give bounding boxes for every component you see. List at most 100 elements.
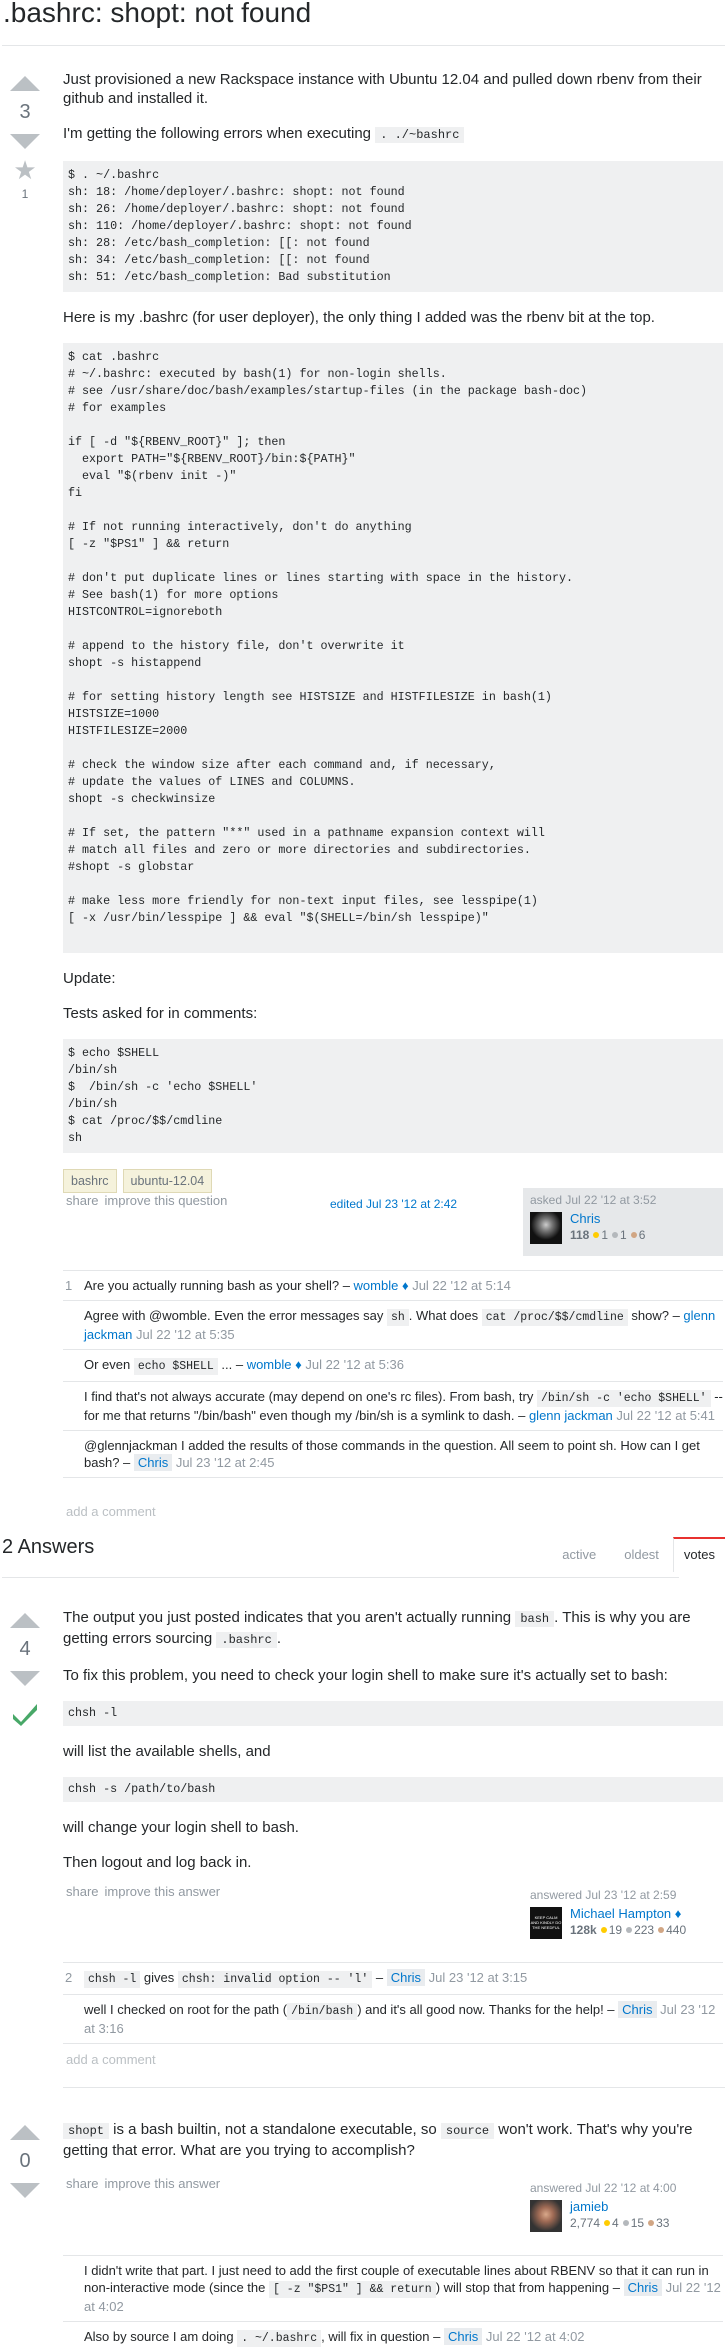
paragraph: To fix this problem, you need to check y… (63, 1667, 668, 1684)
answer-comments: 2 chsh -l gives chsh: invalid option -- '… (63, 1962, 723, 2044)
comment-op-user-link[interactable]: Chris (623, 2279, 662, 2296)
downvote-arrow-icon[interactable] (10, 134, 40, 149)
comment-date[interactable]: Jul 23 '12 at 3:15 (425, 1970, 528, 1985)
improve-link[interactable]: improve this question (105, 1193, 228, 1208)
comment-text: Are you actually running bash as your sh… (84, 1278, 354, 1293)
asked-date: asked Jul 22 '12 at 3:52 (530, 1193, 657, 1207)
comment-score: 2 (65, 1970, 73, 1985)
share-link[interactable]: share (66, 1193, 99, 1208)
comment-date[interactable]: Jul 23 '12 at 2:45 (172, 1455, 275, 1470)
inline-code: . ./~bashrc (375, 127, 465, 143)
comment-date[interactable]: Jul 22 '12 at 4:02 (482, 2329, 585, 2344)
user-reputation: 128k 19 223 440 (570, 1923, 687, 1937)
answer-comments: I didn't write that part. I just need to… (63, 2255, 723, 2352)
comment-op-user-link[interactable]: Chris (133, 1454, 173, 1471)
comment-user-link[interactable]: glenn jackman (529, 1408, 613, 1423)
comment-text: ) and it's all good now. Thanks for the … (357, 2002, 619, 2017)
vote-count: 0 (19, 2150, 31, 2172)
inline-code: /bin/bash (287, 2003, 358, 2020)
comment-user-link[interactable]: womble ♦ (354, 1278, 409, 1293)
answer-body: The output you just posted indicates tha… (63, 1608, 723, 1888)
tab-oldest[interactable]: oldest (610, 1537, 673, 1572)
tag-bashrc[interactable]: bashrc (63, 1169, 117, 1193)
answers-count: 2 Answers (2, 1536, 95, 1558)
upvote-arrow-icon[interactable] (10, 1613, 40, 1628)
text: I'm getting the following errors when ex… (63, 125, 372, 142)
comment-text: , will fix in question – (321, 2329, 444, 2344)
improve-link[interactable]: improve this answer (105, 1884, 221, 1899)
avatar[interactable] (530, 1212, 562, 1244)
user-name-link[interactable]: Michael Hampton ♦ (570, 1906, 681, 1921)
tag-ubuntu[interactable]: ubuntu-12.04 (122, 1169, 213, 1193)
answered-date: answered Jul 23 '12 at 2:59 (530, 1888, 677, 1902)
paragraph: Update: (63, 970, 116, 987)
inline-code: cat /proc/$$/cmdline (481, 1309, 628, 1326)
tab-votes[interactable]: votes (672, 1537, 725, 1572)
comment-text: well I checked on root for the path ( (84, 2002, 288, 2017)
comment: Agree with @womble. Even the error messa… (63, 1301, 723, 1350)
comment-text: ) will stop that from happening – (435, 2280, 624, 2295)
user-reputation: 2,774 4 15 33 (570, 2216, 670, 2230)
edited-link[interactable]: edited Jul 23 '12 at 2:42 (330, 1197, 457, 1211)
paragraph: Then logout and log back in. (63, 1854, 252, 1871)
inline-code: [ -z "$PS1" ] && return (268, 2281, 436, 2298)
comment-date[interactable]: Jul 22 '12 at 5:36 (302, 1357, 404, 1372)
comment-user-link[interactable]: womble ♦ (247, 1357, 302, 1372)
inline-code: echo $SHELL (133, 1358, 218, 1375)
inline-code: /bin/sh -c 'echo $SHELL' (536, 1390, 711, 1407)
avatar[interactable]: KEEP CALM AND KINDLY DO THE NEEDFUL (530, 1907, 562, 1939)
inline-code: shopt (63, 2123, 110, 2139)
comment-text: Also by source I am doing (84, 2329, 238, 2344)
page-title: .bashrc: shopt: not found (3, 0, 312, 28)
comment-op-user-link[interactable]: Chris (618, 2001, 657, 2018)
comment: I find that's not always accurate (may d… (63, 1382, 723, 1431)
avatar[interactable] (530, 2200, 562, 2232)
paragraph: I'm getting the following errors when ex… (63, 124, 723, 145)
inline-code: . ~/.bashrc (237, 2330, 322, 2347)
paragraph: Just provisioned a new Rackspace instanc… (63, 71, 702, 107)
paragraph: shopt is a bash builtin, not a standalon… (63, 2121, 693, 2159)
add-comment-link[interactable]: add a comment (66, 1504, 156, 1519)
add-comment-link[interactable]: add a comment (66, 2052, 156, 2067)
tab-active[interactable]: active (548, 1537, 610, 1572)
comment-op-user-link[interactable]: Chris (386, 1969, 426, 1986)
upvote-arrow-icon[interactable] (10, 76, 40, 91)
accepted-check-icon (13, 1704, 37, 1726)
comment-date[interactable]: Jul 22 '12 at 5:41 (613, 1408, 715, 1423)
downvote-arrow-icon[interactable] (10, 2183, 40, 2198)
comment-text: gives (140, 1970, 178, 1985)
divider (63, 2087, 725, 2088)
share-link[interactable]: share (66, 1884, 99, 1899)
downvote-arrow-icon[interactable] (10, 1671, 40, 1686)
divider (2, 1577, 679, 1578)
upvote-arrow-icon[interactable] (10, 2125, 40, 2140)
paragraph: Here is my .bashrc (for user deployer), … (63, 309, 655, 326)
user-name-link[interactable]: jamieb (570, 2199, 608, 2214)
vote-count: 3 (19, 101, 31, 123)
user-name-link[interactable]: Chris (570, 1211, 600, 1226)
favorite-count: 1 (21, 187, 29, 201)
answer-body: shopt is a bash builtin, not a standalon… (63, 2120, 723, 2176)
comment-text: Or even (84, 1357, 134, 1372)
comment-op-user-link[interactable]: Chris (443, 2328, 483, 2345)
inline-code: source (440, 2123, 495, 2139)
inline-code: .bashrc (216, 1632, 277, 1648)
comment-date[interactable]: Jul 22 '12 at 5:14 (409, 1278, 511, 1293)
inline-code: chsh: invalid option -- 'l' (177, 1971, 373, 1988)
favorite-star-icon[interactable]: ★ (10, 157, 40, 183)
comment: I didn't write that part. I just need to… (63, 2256, 723, 2322)
answerer-user-card: answered Jul 22 '12 at 4:00 jamieb 2,774… (523, 2176, 723, 2246)
comment-date[interactable]: Jul 22 '12 at 5:35 (132, 1327, 235, 1342)
paragraph: will change your login shell to bash. (63, 1819, 299, 1836)
comment: well I checked on root for the path (/bi… (63, 1995, 723, 2044)
comment-text: I find that's not always accurate (may d… (84, 1389, 537, 1404)
divider (2, 45, 725, 46)
post-menu: share improve this answer (66, 2176, 226, 2191)
improve-link[interactable]: improve this answer (105, 2176, 221, 2191)
paragraph: will list the available shells, and (63, 1743, 271, 1760)
comment: Or even echo $SHELL ... – womble ♦ Jul 2… (63, 1350, 723, 1382)
inline-code: chsh -l (84, 1971, 141, 1988)
code-block-scrollable[interactable]: $ cat .bashrc # ~/.bashrc: executed by b… (63, 343, 723, 953)
code-block: $ echo $SHELL /bin/sh $ /bin/sh -c 'echo… (63, 1039, 723, 1153)
share-link[interactable]: share (66, 2176, 99, 2191)
